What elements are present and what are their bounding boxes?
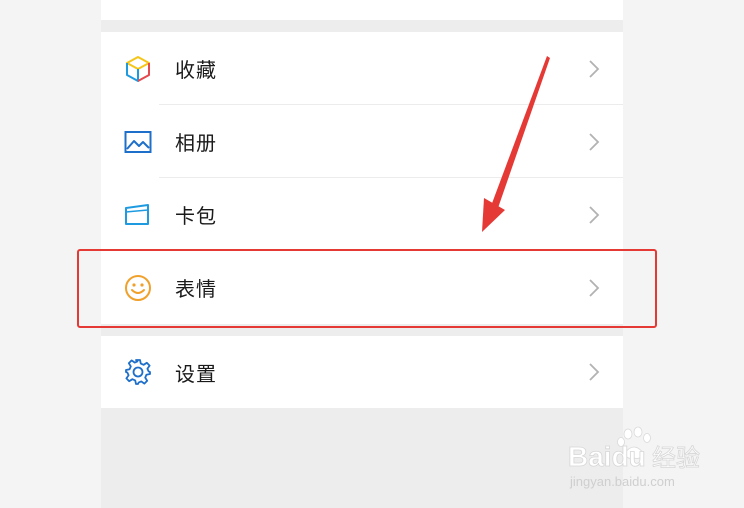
chevron-right-icon bbox=[589, 59, 600, 78]
watermark-url: jingyan.baidu.com bbox=[569, 474, 675, 489]
menu-item-label: 设置 bbox=[175, 361, 217, 386]
red-arrow-annotation bbox=[482, 56, 550, 232]
menu-item-label: 相册 bbox=[175, 131, 217, 155]
favorites-cube-icon bbox=[123, 54, 153, 84]
menu-item-label: 卡包 bbox=[175, 204, 217, 228]
menu-item-label: 收藏 bbox=[175, 58, 217, 82]
watermark-suffix: 经验 bbox=[652, 445, 700, 472]
menu-item-settings[interactable]: 设置 bbox=[101, 336, 623, 408]
chevron-right-icon bbox=[589, 205, 600, 224]
settings-group: 设置 bbox=[101, 336, 623, 408]
gear-icon bbox=[123, 357, 153, 387]
card-wallet-icon bbox=[123, 200, 153, 230]
highlight-box bbox=[77, 249, 657, 328]
chevron-right-icon bbox=[589, 363, 600, 381]
baidu-watermark: Baidu 经验 jingyan.baidu.com bbox=[568, 426, 700, 489]
chevron-right-icon bbox=[589, 132, 600, 151]
previous-section-bottom bbox=[101, 0, 623, 20]
watermark-brand: Baidu bbox=[568, 441, 646, 472]
album-picture-icon bbox=[123, 127, 153, 157]
